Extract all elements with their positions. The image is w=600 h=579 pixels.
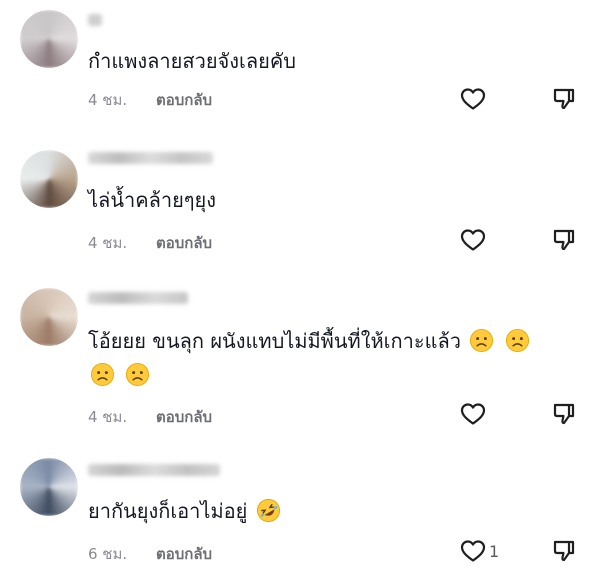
frowning-face-icon xyxy=(470,328,494,353)
thumbs-down-icon xyxy=(553,229,575,251)
reply-button[interactable]: ตอบกลับ xyxy=(156,231,212,255)
comment-item: ยากันยุงก็เอาไม่อยู่ 6 ชม. ตอบกลับ 1 xyxy=(0,450,600,579)
like-button[interactable] xyxy=(460,228,489,252)
like-count: 1 xyxy=(489,541,500,561)
reply-button[interactable]: ตอบกลับ xyxy=(156,88,212,112)
avatar[interactable] xyxy=(20,288,78,346)
thumbs-down-icon xyxy=(553,88,575,110)
like-button[interactable] xyxy=(460,87,489,111)
heart-icon xyxy=(460,229,486,251)
comment-text: ไล่น้ำคล้ายๆยุง xyxy=(88,188,217,212)
comment-item: กำแพงลายสวยจังเลยคับ 4 ชม. ตอบกลับ xyxy=(0,0,600,130)
comment-text: กำแพงลายสวยจังเลยคับ xyxy=(88,49,296,73)
like-button[interactable] xyxy=(460,402,489,426)
username-redacted[interactable] xyxy=(88,292,188,304)
comment-meta: 4 ชม. ตอบกลับ xyxy=(88,405,212,429)
comment-meta: 4 ชม. ตอบกลับ xyxy=(88,231,212,255)
username-redacted[interactable] xyxy=(88,152,213,164)
comment-meta: 4 ชม. ตอบกลับ xyxy=(88,88,212,112)
like-button[interactable]: 1 xyxy=(460,539,499,563)
comment-text-body: โอ้ยยย ขนลุก ผนังแทบไม่มีพื้นที่ให้เกาะแ… xyxy=(88,329,461,353)
heart-icon xyxy=(460,540,486,562)
comment-time: 4 ชม. xyxy=(88,91,128,109)
frowning-face-icon xyxy=(90,362,115,387)
dislike-button[interactable] xyxy=(552,402,576,430)
reply-button[interactable]: ตอบกลับ xyxy=(156,405,212,429)
avatar[interactable] xyxy=(20,10,78,68)
username-redacted[interactable] xyxy=(88,464,220,476)
heart-icon xyxy=(460,403,486,425)
avatar[interactable] xyxy=(20,458,78,516)
heart-icon xyxy=(460,88,486,110)
comment-item: โอ้ยยย ขนลุก ผนังแทบไม่มีพื้นที่ให้เกาะแ… xyxy=(0,280,600,440)
thumbs-down-icon xyxy=(553,540,575,562)
comment-meta: 6 ชม. ตอบกลับ xyxy=(88,542,212,566)
comment-item: ไล่น้ำคล้ายๆยุง 4 ชม. ตอบกลับ xyxy=(0,140,600,270)
thumbs-down-icon xyxy=(553,403,575,425)
frowning-face-icon xyxy=(505,328,529,353)
username-redacted[interactable] xyxy=(88,14,102,26)
avatar[interactable] xyxy=(20,150,78,208)
comment-text-body: ยากันยุงก็เอาไม่อยู่ xyxy=(88,499,248,523)
reply-button[interactable]: ตอบกลับ xyxy=(156,542,212,566)
comment-text: ยากันยุงก็เอาไม่อยู่ xyxy=(88,494,568,528)
comment-time: 4 ชม. xyxy=(88,408,128,426)
dislike-button[interactable] xyxy=(552,87,576,115)
comment-time: 4 ชม. xyxy=(88,234,128,252)
comment-time: 6 ชม. xyxy=(88,545,128,563)
rolling-on-floor-laughing-icon xyxy=(256,498,280,523)
dislike-button[interactable] xyxy=(552,228,576,256)
comment-text: โอ้ยยย ขนลุก ผนังแทบไม่มีพื้นที่ให้เกาะแ… xyxy=(88,324,568,392)
dislike-button[interactable] xyxy=(552,539,576,567)
frowning-face-icon xyxy=(126,362,150,387)
